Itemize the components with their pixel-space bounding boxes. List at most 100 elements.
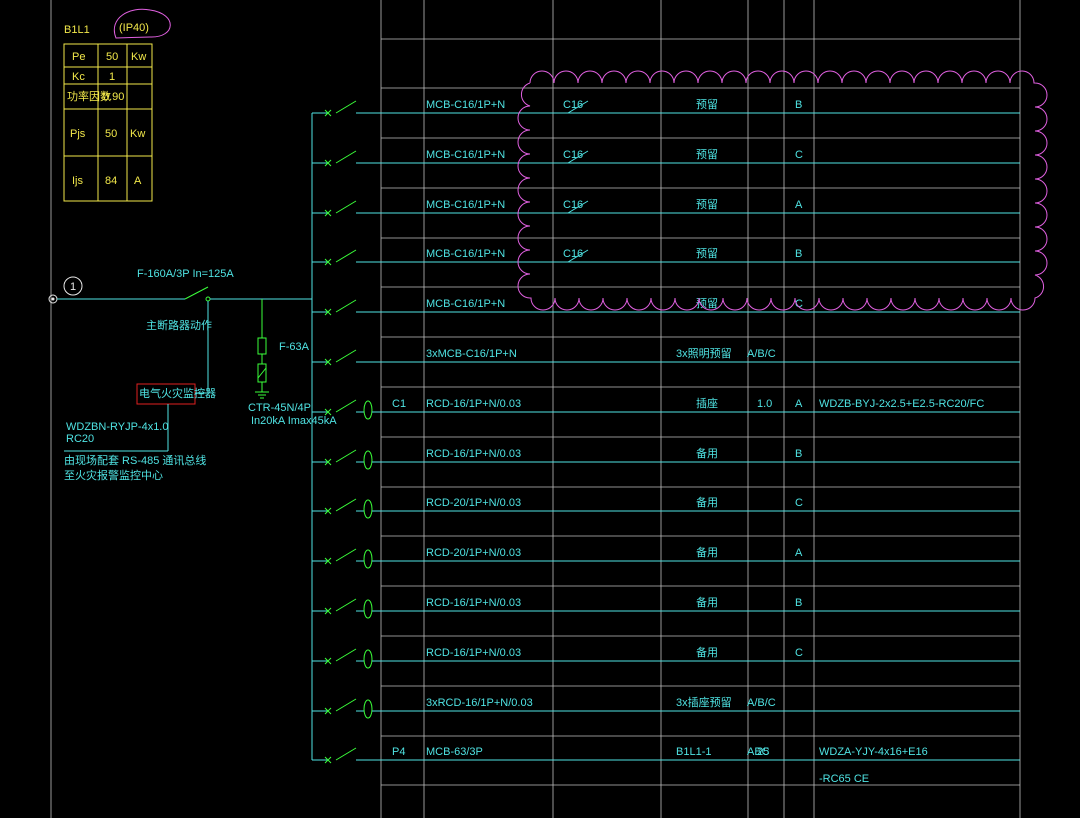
switch-blade xyxy=(335,349,357,363)
circuit-device: 3xRCD-16/1P+N/0.03 xyxy=(426,697,533,709)
cloud-device: C16 xyxy=(563,99,583,111)
pf-value: 0.90 xyxy=(103,91,124,103)
circuit-device: RCD-16/1P+N/0.03 xyxy=(426,597,521,609)
kc-label: Kc xyxy=(72,71,85,83)
rcd-symbol xyxy=(363,499,373,519)
incoming-feeder: 1 F-160A/3P In=125A 主断路器动作 电气火灾监控器 WDZBN… xyxy=(48,113,337,760)
drawing-svg: MCB-C16/1P+N C16 预留 B MCB-C16/1P+N C16 预留 C MCB-… xyxy=(48,0,1048,818)
circuit-device: MCB-C16/1P+N xyxy=(426,149,505,161)
circuit-use: 备用 xyxy=(696,645,718,659)
circuit-use: 预留 xyxy=(696,148,718,161)
rcd-symbol xyxy=(363,649,373,669)
circuit-use: 备用 xyxy=(696,595,718,609)
circuit-phase: C xyxy=(795,149,803,161)
circuit-use: 备用 xyxy=(696,495,718,509)
pe-unit: Kw xyxy=(131,51,146,63)
switch-blade xyxy=(335,100,357,114)
spd-note: In20kA Imax45kA xyxy=(251,415,337,427)
switch-blade xyxy=(335,548,357,562)
monitor-cable: WDZBN-RYJP-4x1.0 xyxy=(66,421,168,433)
switch-blade xyxy=(335,200,357,214)
monitor-note-2: 至火灾报警监控中心 xyxy=(64,468,163,482)
pjs-value: 50 xyxy=(105,128,117,140)
circuit-phase: C xyxy=(795,497,803,509)
ijs-label: Ijs xyxy=(72,175,84,187)
circuit-device: MCB-63/3P xyxy=(426,746,483,758)
circuit-device: 3xMCB-C16/1P+N xyxy=(426,348,517,360)
main-breaker-label: F-160A/3P In=125A xyxy=(137,268,234,280)
rcd-symbol xyxy=(363,400,373,420)
circuit-device: MCB-C16/1P+N xyxy=(426,248,505,260)
circuit-phase: A/B/C xyxy=(747,697,776,709)
circuit-device: RCD-16/1P+N/0.03 xyxy=(426,448,521,460)
circuit-kw: 1.0 xyxy=(757,398,772,410)
switch-blade xyxy=(335,449,357,463)
kc-value: 1 xyxy=(109,71,115,83)
revision-cloud xyxy=(517,70,1048,311)
panel-name: B1L1 xyxy=(64,24,90,36)
panel-ip: (IP40) xyxy=(119,22,149,34)
pe-label: Pe xyxy=(72,51,85,63)
spd-fuse-symbol xyxy=(257,337,267,355)
circuit-cable-conduit: -RC65 CE xyxy=(819,773,869,785)
cloud-device: C16 xyxy=(563,199,583,211)
rcd-symbol xyxy=(363,699,373,719)
feeder-number: 1 xyxy=(70,281,76,293)
monitor-note-1: 由现场配套 RS-485 通讯总线 xyxy=(64,453,206,467)
rcd-symbol xyxy=(363,450,373,470)
switch-blade xyxy=(335,498,357,512)
circuit-use: 备用 xyxy=(696,545,718,559)
circuit-number: C1 xyxy=(392,398,406,410)
pe-value: 50 xyxy=(106,51,118,63)
switch-blade xyxy=(335,399,357,413)
circuit-use: 备用 xyxy=(696,446,718,460)
circuit-phase: A xyxy=(795,398,803,410)
switch-blade xyxy=(335,249,357,263)
electrical-distribution-diagram: MCB-C16/1P+N C16 预留 B MCB-C16/1P+N C16 预留 C MCB-… xyxy=(0,0,1080,818)
spd-fuse-label: F-63A xyxy=(279,341,310,353)
circuit-phase: B xyxy=(795,248,802,260)
circuit-device: RCD-20/1P+N/0.03 xyxy=(426,547,521,559)
switch-blade xyxy=(335,648,357,662)
rcd-symbol xyxy=(363,599,373,619)
circuit-cable: WDZA-YJY-4x16+E16 xyxy=(819,746,928,758)
circuit-phase: A xyxy=(795,547,803,559)
main-breaker-symbol xyxy=(184,286,209,300)
switch-blade xyxy=(335,598,357,612)
circuit-device: RCD-16/1P+N/0.03 xyxy=(426,398,521,410)
circuit-cable: WDZB-BYJ-2x2.5+E2.5-RC20/FC xyxy=(819,398,984,410)
spd-label: CTR-45N/4P xyxy=(248,402,311,414)
ijs-value: 84 xyxy=(105,175,117,187)
circuit-phase: B xyxy=(795,448,802,460)
circuit-use: 预留 xyxy=(696,247,718,260)
circuit-phase: B xyxy=(795,597,802,609)
pjs-unit: Kw xyxy=(130,128,145,140)
circuit-use: 预留 xyxy=(696,198,718,211)
circuit-phase: ABC xyxy=(747,746,770,758)
ijs-unit: A xyxy=(134,175,142,187)
circuit-device: RCD-20/1P+N/0.03 xyxy=(426,497,521,509)
switch-blade xyxy=(335,299,357,313)
circuit-phase: A/B/C xyxy=(747,348,776,360)
circuit-phase: A xyxy=(795,199,803,211)
rcd-symbol xyxy=(363,549,373,569)
main-breaker-note: 主断路器动作 xyxy=(146,318,212,332)
circuit-device: MCB-C16/1P+N xyxy=(426,99,505,111)
panel-table: B1L1 (IP40) Pe 50 Kw Kc 1 功率因数 0.90 Pjs … xyxy=(63,8,171,202)
circuit-device: RCD-16/1P+N/0.03 xyxy=(426,647,521,659)
pjs-label: Pjs xyxy=(70,128,86,140)
circuit-number: P4 xyxy=(392,746,405,758)
circuit-use: B1L1-1 xyxy=(676,746,711,758)
switch-blade xyxy=(335,150,357,164)
cloud-device: C16 xyxy=(563,149,583,161)
cloud-device: C16 xyxy=(563,248,583,260)
circuit-use: 3x插座预留 xyxy=(676,695,732,709)
circuit-use: 预留 xyxy=(696,98,718,111)
switch-blade xyxy=(335,698,357,712)
circuit-phase: B xyxy=(795,99,802,111)
circuit-use: 插座 xyxy=(696,396,718,410)
circuit-device: MCB-C16/1P+N xyxy=(426,199,505,211)
circuit-use: 3x照明预留 xyxy=(676,347,732,360)
circuit-rows: MCB-C16/1P+N C16 预留 B MCB-C16/1P+N C16 预留 C MCB-… xyxy=(312,98,1020,786)
circuit-device: MCB-C16/1P+N xyxy=(426,298,505,310)
